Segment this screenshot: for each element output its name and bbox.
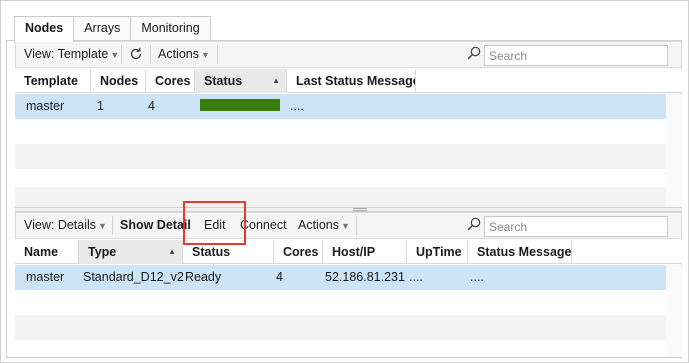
empty-row [15, 290, 666, 315]
toolbar-divider [356, 216, 357, 235]
cell-cores: 4 [276, 270, 283, 284]
empty-row [15, 340, 666, 357]
tab-nodes[interactable]: Nodes [14, 16, 75, 42]
details-toolbar: View: Details ▼ Show Detail Edit Connect … [15, 212, 682, 239]
tab-strip: Nodes Arrays Monitoring [14, 16, 211, 42]
view-details-label: View: Details [24, 218, 97, 232]
nodes-table-header: Template Nodes Cores Status ▲ Last Statu… [15, 69, 682, 93]
refresh-button[interactable] [127, 42, 145, 67]
sort-ascending-icon: ▲ [168, 247, 176, 256]
column-header-type-label: Type [88, 245, 117, 259]
actions-dropdown[interactable]: Actions ▼ [158, 42, 210, 67]
column-header-cores[interactable]: Cores [146, 69, 195, 93]
chevron-down-icon: ▼ [98, 221, 107, 231]
cell-type: Standard_D12_v2 [83, 270, 184, 284]
toolbar-divider [150, 45, 151, 64]
column-header-name[interactable]: Name [15, 240, 79, 264]
empty-row [15, 119, 666, 144]
cell-status-message: .... [470, 270, 484, 284]
cell-host-ip: 52.186.81.231 [325, 270, 405, 284]
search-icon [467, 46, 481, 60]
column-header-host-ip[interactable]: Host/IP [323, 240, 407, 264]
empty-row [15, 144, 666, 169]
column-header-uptime[interactable]: UpTime [407, 240, 468, 264]
actions-dropdown[interactable]: Actions ▼ [298, 213, 350, 238]
toolbar-divider [112, 216, 113, 235]
tab-arrays[interactable]: Arrays [73, 16, 132, 41]
cell-uptime: .... [409, 270, 423, 284]
table-row[interactable]: master 1 4 .... [15, 94, 666, 119]
show-detail-button[interactable]: Show Detail [120, 213, 191, 238]
nodes-pane: View: Template▼ Actions▼ Template Nodes … [15, 41, 682, 207]
view-details-dropdown[interactable]: View: Details ▼ [24, 213, 107, 238]
toolbar-divider [121, 45, 122, 64]
view-template-dropdown[interactable]: View: Template ▼ [24, 42, 119, 67]
actions-label: Actions [298, 218, 339, 232]
nodes-search-input[interactable] [484, 45, 668, 66]
cell-template: master [26, 99, 65, 113]
chevron-down-icon: ▼ [341, 221, 350, 231]
column-header-status-message[interactable]: Status Message [468, 240, 572, 264]
empty-row [15, 187, 666, 207]
refresh-icon [130, 47, 142, 60]
sort-ascending-icon: ▲ [272, 76, 280, 85]
details-search-input[interactable] [484, 216, 668, 237]
column-header-type[interactable]: Type ▲ [79, 240, 183, 264]
view-template-label: View: Template [24, 47, 109, 61]
column-header-nodes[interactable]: Nodes [91, 69, 146, 93]
details-scrollbar[interactable] [666, 265, 682, 357]
connect-button[interactable]: Connect [240, 213, 287, 238]
tab-monitoring[interactable]: Monitoring [130, 16, 211, 41]
cell-status: Ready [185, 270, 222, 284]
table-row[interactable]: master Standard_D12_v2 Ready 4 52.186.81… [15, 265, 666, 290]
toolbar-divider [217, 45, 218, 64]
column-header-status-label: Status [204, 74, 243, 88]
empty-row [15, 315, 666, 340]
status-progress-bar [200, 99, 280, 111]
nodes-scrollbar[interactable] [666, 94, 682, 207]
chevron-down-icon: ▼ [110, 50, 120, 60]
actions-label: Actions [158, 47, 199, 61]
cell-name: master [26, 270, 65, 284]
search-icon [467, 217, 481, 231]
details-pane: View: Details ▼ Show Detail Edit Connect … [15, 212, 682, 357]
cell-last-status-message: .... [290, 99, 304, 113]
nodes-toolbar: View: Template ▼ Actions ▼ [15, 41, 682, 68]
splitter-grip-icon [353, 208, 367, 211]
column-header-cores[interactable]: Cores [274, 240, 323, 264]
column-header-template[interactable]: Template [15, 69, 91, 93]
cell-cores: 4 [148, 99, 155, 113]
column-header-status[interactable]: Status [183, 240, 274, 264]
edit-button[interactable]: Edit [204, 213, 226, 238]
details-table-header: Name Type ▲ Status Cores Host/IP UpTime … [15, 240, 682, 264]
cell-nodes: 1 [97, 99, 104, 113]
column-header-status[interactable]: Status ▲ [195, 69, 287, 93]
column-header-last-status-message[interactable]: Last Status Message [287, 69, 416, 93]
chevron-down-icon: ▼ [201, 50, 210, 60]
